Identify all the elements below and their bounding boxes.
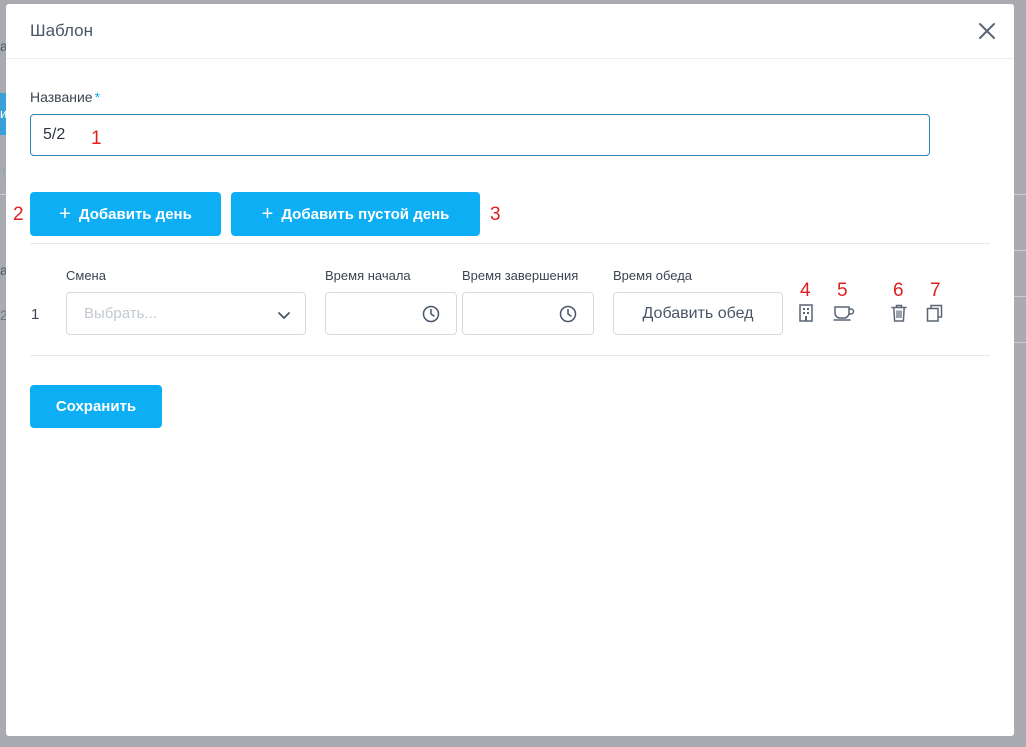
shift-select[interactable]: Выбрать... [66,292,306,335]
required-mark: * [94,89,101,105]
building-icon [799,304,813,322]
background-divider [1014,296,1026,297]
annotation-2: 2 [13,204,24,225]
clock-icon [559,305,577,323]
template-modal: Шаблон Название* 1 2 + Добавить день + Д… [6,4,1014,736]
plus-icon: + [59,203,71,225]
add-day-button[interactable]: + Добавить день [30,192,221,236]
end-time-input[interactable] [462,292,594,335]
trash-icon [891,304,907,322]
end-time-label: Время завершения [462,268,579,283]
annotation-7: 7 [930,280,941,301]
divider [30,355,990,356]
annotation-5: 5 [837,280,848,301]
delete-button[interactable] [891,304,907,327]
plus-icon: + [261,203,274,225]
clock-icon [422,305,440,323]
annotation-6: 6 [893,280,904,301]
background-divider [1014,194,1026,195]
annotation-1: 1 [91,128,102,149]
start-time-label: Время начала [325,268,411,283]
shift-select-placeholder: Выбрать... [84,305,157,322]
divider [30,243,990,244]
start-time-input[interactable] [325,292,457,335]
name-input[interactable] [30,114,930,156]
background-divider [1014,250,1026,251]
chevron-down-icon [278,312,290,319]
close-icon [979,23,995,39]
modal-title: Шаблон [30,21,93,40]
add-day-label: Добавить день [78,205,192,223]
add-empty-day-button[interactable]: + Добавить пустой день [231,192,480,236]
lunch-time-label: Время обеда [613,268,693,283]
close-button[interactable] [976,20,998,42]
name-label: Название * [30,89,100,105]
save-button[interactable]: Сохранить [30,385,162,428]
coffee-cup-icon [833,306,855,321]
copy-icon [926,304,943,322]
annotation-3: 3 [490,204,501,225]
copy-button[interactable] [926,304,943,327]
modal-header: Шаблон [6,4,1014,59]
break-button[interactable] [833,305,855,326]
add-empty-day-label: Добавить пустой день [281,205,450,223]
name-label-text: Название [30,89,93,105]
day-row-index: 1 [31,306,40,323]
shift-label: Смена [66,268,106,283]
annotation-4: 4 [800,280,811,301]
add-lunch-button[interactable]: Добавить обед [613,292,783,335]
building-button[interactable] [798,304,814,327]
background-divider [1014,342,1026,343]
